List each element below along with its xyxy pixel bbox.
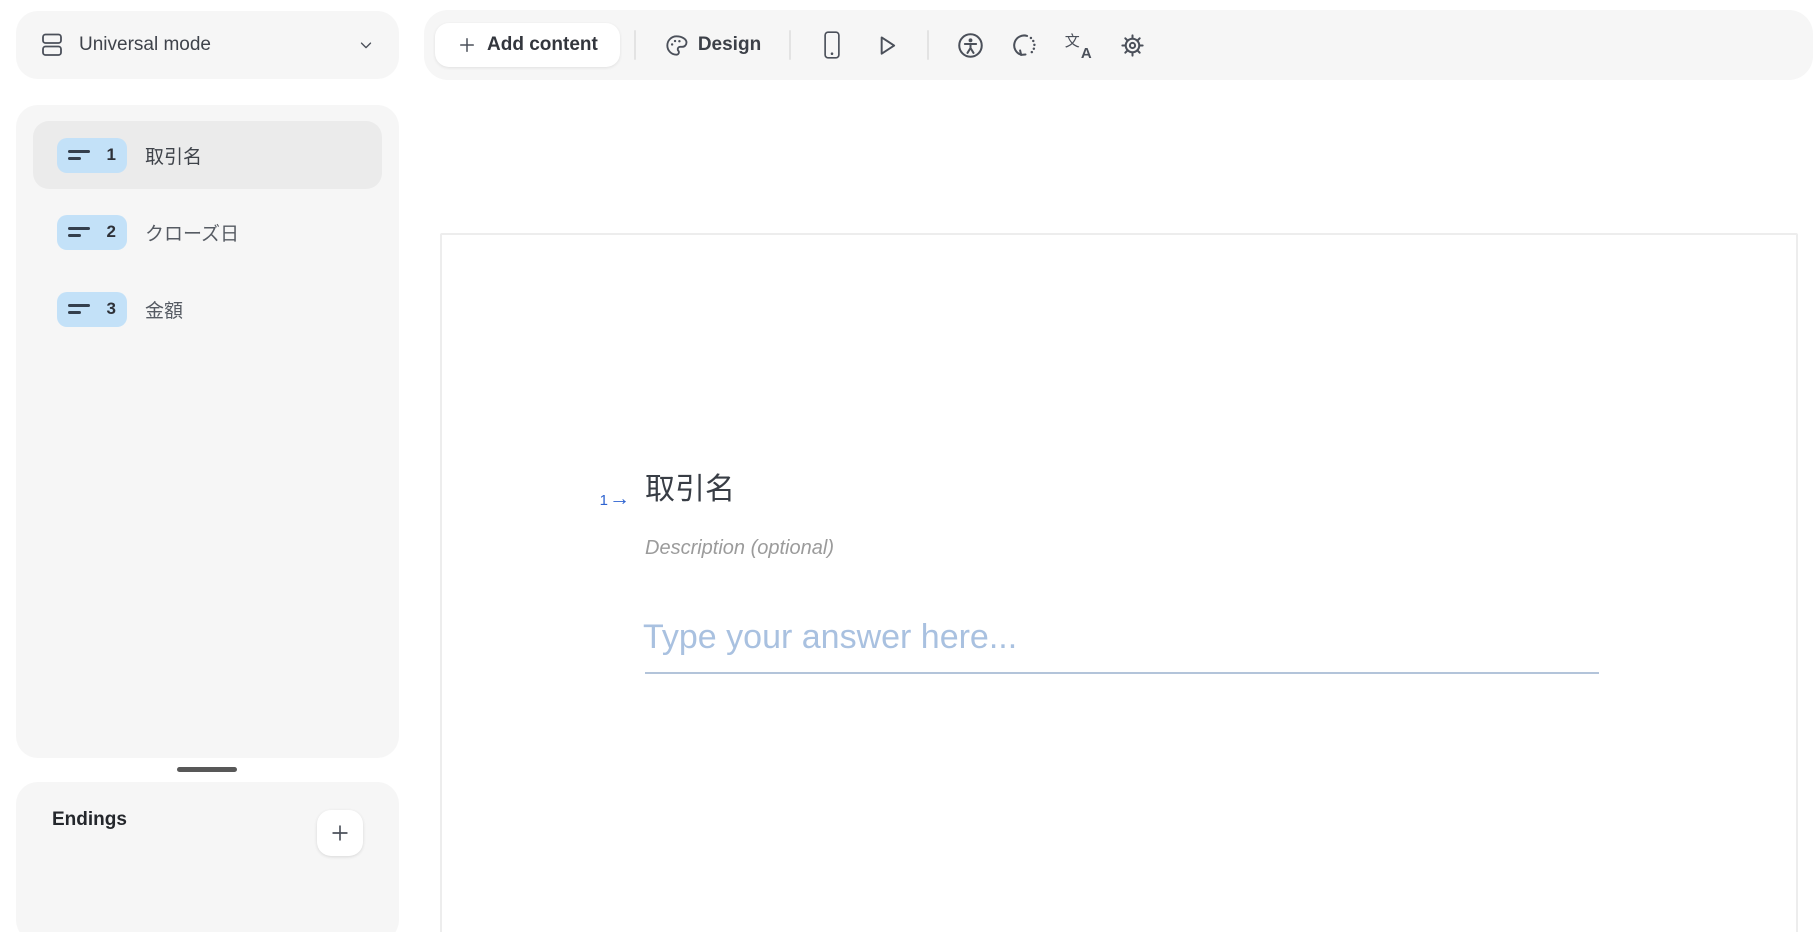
toolbar-divider xyxy=(927,30,930,60)
question-label: クローズ日 xyxy=(145,223,240,245)
add-ending-button[interactable] xyxy=(317,810,363,856)
question-type-badge: 2 xyxy=(57,214,127,250)
design-label: Design xyxy=(697,34,762,55)
question-number-badge: 1 xyxy=(106,145,116,164)
toolbar-divider xyxy=(789,30,792,60)
panel-resize-handle[interactable] xyxy=(177,767,237,772)
phone-icon xyxy=(821,29,843,61)
accessibility-button[interactable] xyxy=(947,22,993,68)
sidebar-question-2[interactable]: 2 クローズ日 xyxy=(33,198,382,266)
mode-selector-label: Universal mode xyxy=(79,34,211,55)
question-number-badge: 3 xyxy=(106,299,116,318)
question-preview-canvas: 1→ 取引名 Description (optional) Type your … xyxy=(440,233,1798,932)
endings-title: Endings xyxy=(52,809,127,830)
mobile-preview-button[interactable] xyxy=(809,22,855,68)
play-icon xyxy=(873,32,899,58)
chevron-down-icon xyxy=(357,36,375,54)
answer-input[interactable]: Type your answer here... xyxy=(643,615,1017,659)
add-content-label: Add content xyxy=(487,34,598,55)
toolbar-divider xyxy=(633,30,636,60)
answer-underline xyxy=(645,672,1599,674)
question-number-badge: 2 xyxy=(106,222,116,241)
toolbar: Add content Design 文 A xyxy=(424,10,1813,80)
question-type-badge: 1 xyxy=(57,137,127,173)
universal-mode-icon xyxy=(40,32,64,58)
question-label: 金額 xyxy=(145,300,184,322)
short-text-icon xyxy=(68,227,92,237)
accessibility-icon xyxy=(957,32,984,59)
sidebar-question-3[interactable]: 3 金額 xyxy=(33,275,382,343)
version-history-button[interactable] xyxy=(1001,22,1047,68)
endings-panel: Endings xyxy=(16,782,399,932)
preview-button[interactable] xyxy=(863,22,909,68)
add-content-button[interactable]: Add content xyxy=(435,23,620,67)
questions-sidebar: 1 取引名 2 クローズ日 3 金額 xyxy=(16,105,399,758)
palette-icon xyxy=(664,33,689,58)
translate-icon: 文 A xyxy=(1064,32,1092,62)
arrow-right-icon: → xyxy=(609,487,630,510)
short-text-icon xyxy=(68,150,92,160)
design-button[interactable]: Design xyxy=(650,23,775,67)
question-type-badge: 3 xyxy=(57,291,127,327)
question-label: 取引名 xyxy=(145,146,203,168)
settings-button[interactable] xyxy=(1109,22,1155,68)
question-description[interactable]: Description (optional) xyxy=(645,537,834,560)
mode-selector[interactable]: Universal mode xyxy=(16,11,399,79)
plus-icon xyxy=(329,822,351,844)
short-text-icon xyxy=(68,304,92,314)
plus-icon xyxy=(457,35,477,55)
gear-icon xyxy=(1119,32,1146,59)
sidebar-question-1[interactable]: 1 取引名 xyxy=(33,121,382,189)
question-title[interactable]: 取引名 xyxy=(645,468,735,512)
translate-button[interactable]: 文 A xyxy=(1055,22,1101,68)
question-number-arrow: 1→ xyxy=(599,487,630,510)
history-icon xyxy=(1011,32,1038,59)
